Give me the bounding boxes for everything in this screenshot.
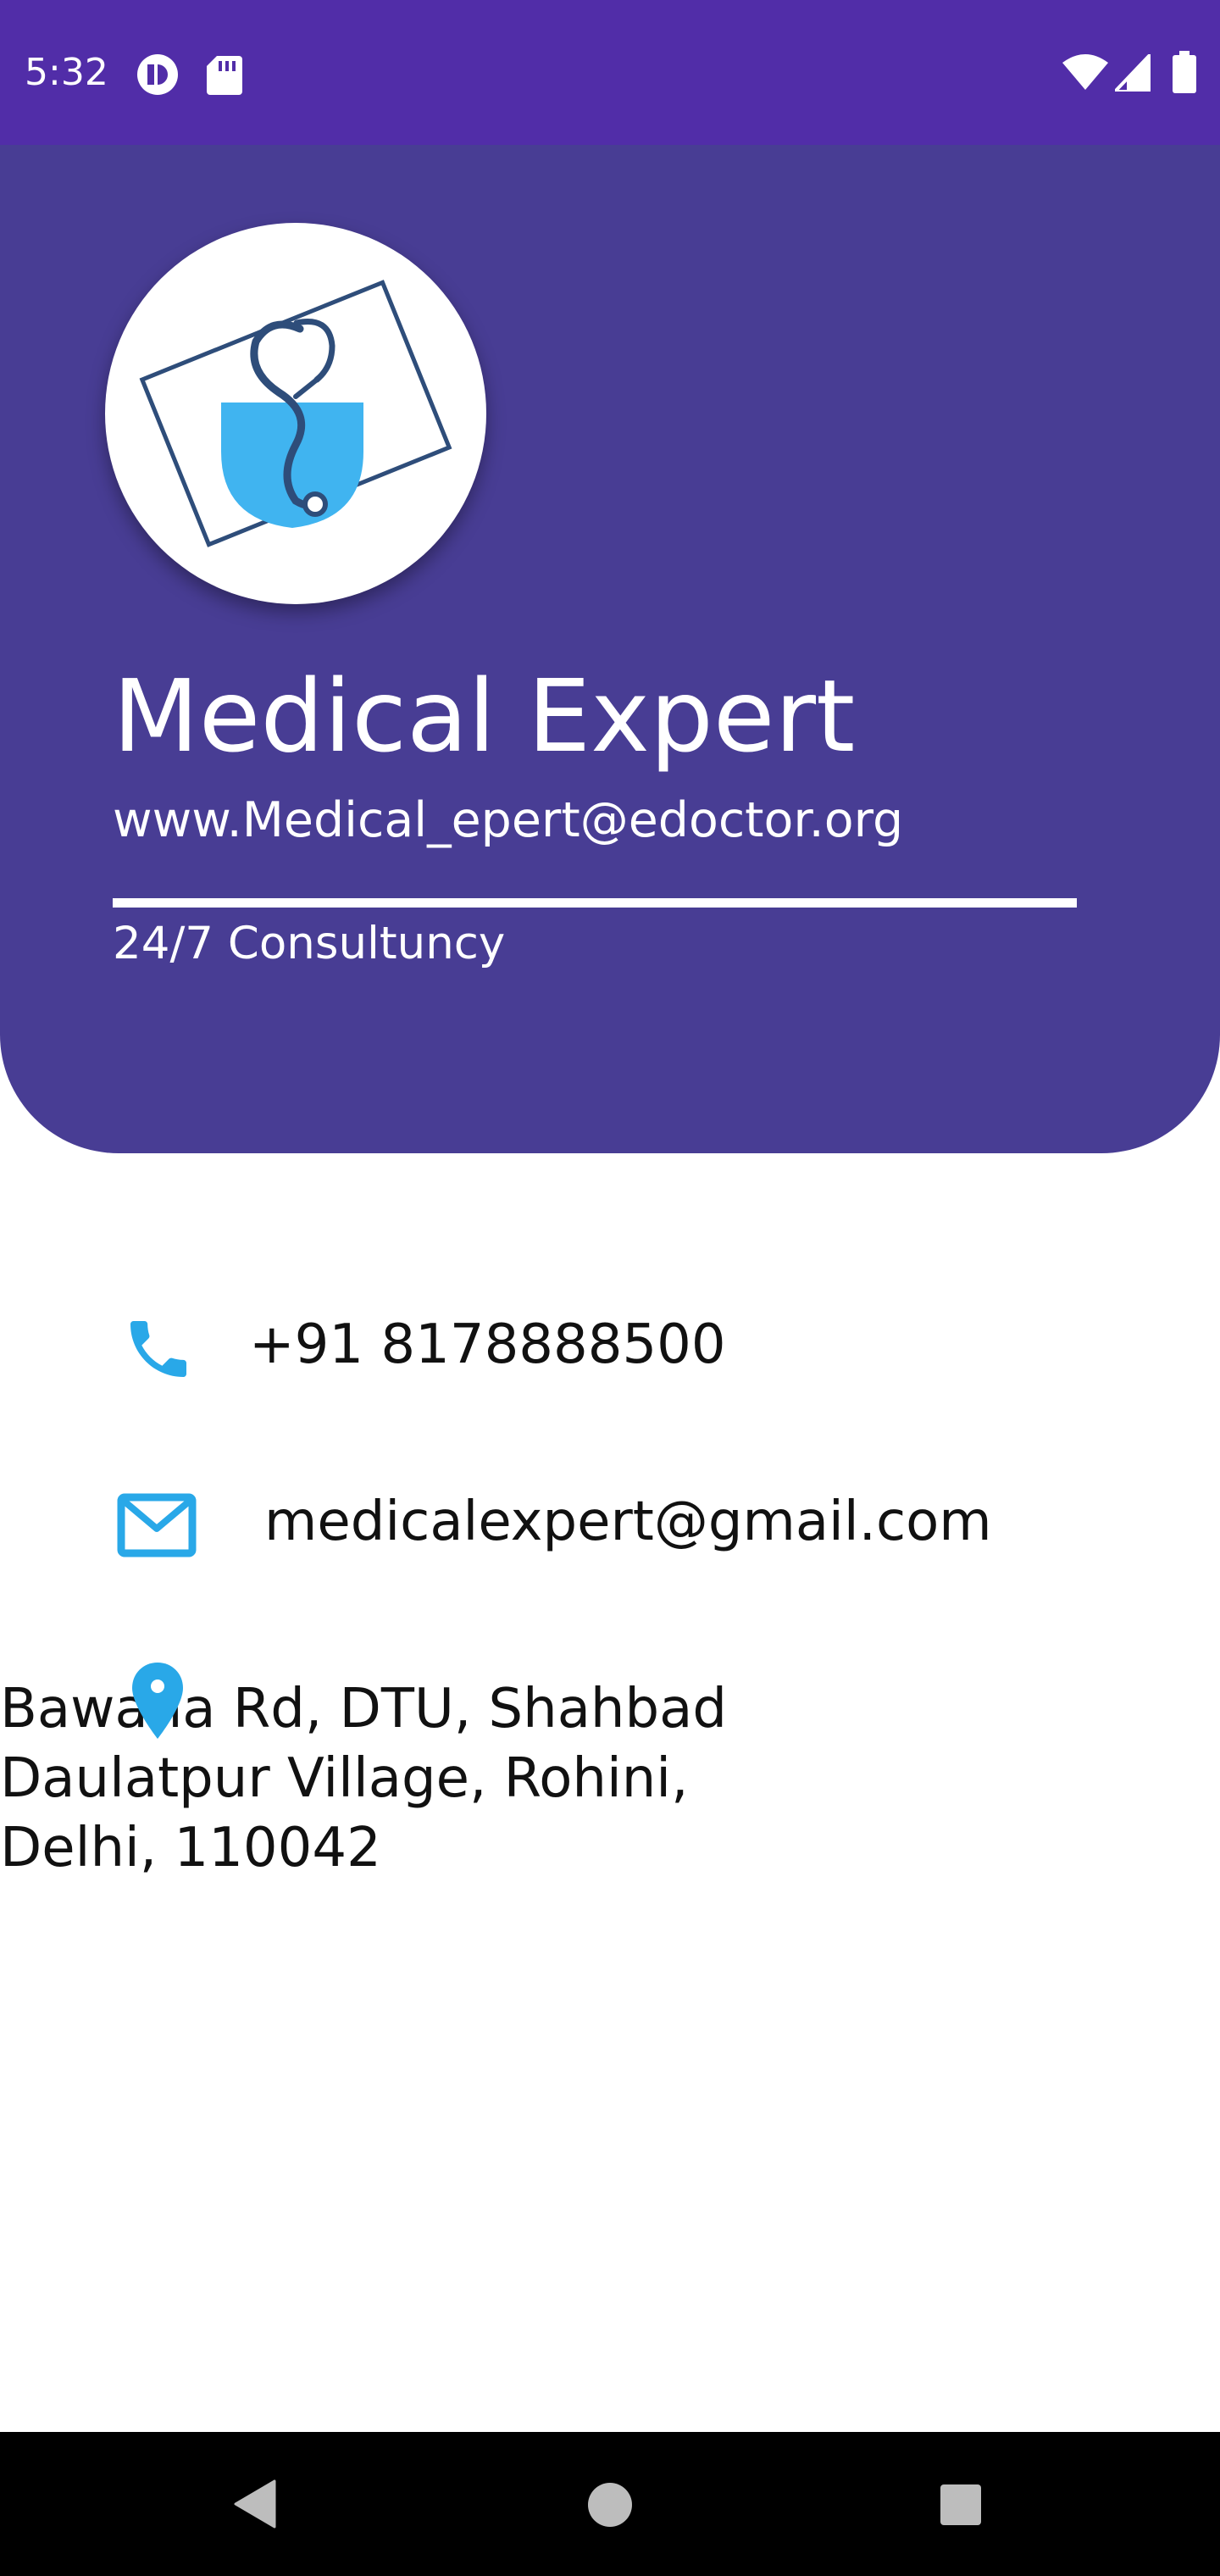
address-text: Bawana Rd, DTU, Shahbad Daulatpur Villag… bbox=[0, 1674, 727, 1883]
logo-avatar bbox=[105, 223, 486, 604]
sd-card-icon bbox=[207, 56, 242, 95]
phone-icon bbox=[130, 1321, 186, 1377]
recents-icon[interactable] bbox=[939, 2483, 983, 2527]
status-time: 5:32 bbox=[25, 51, 108, 94]
address-line: Delhi, 110042 bbox=[0, 1817, 381, 1879]
brand-website: www.Medical_epert@edoctor.org bbox=[113, 792, 904, 848]
signal-icon bbox=[1115, 54, 1151, 92]
navigation-bar bbox=[0, 2432, 1220, 2576]
mail-icon bbox=[117, 1493, 197, 1557]
back-icon[interactable] bbox=[232, 2479, 276, 2529]
address-line: Daulatpur Village, Rohini, bbox=[0, 1747, 689, 1810]
address-line: Bawana Rd, DTU, Shahbad bbox=[0, 1678, 727, 1740]
email-address[interactable]: medicalexpert@gmail.com bbox=[264, 1486, 992, 1557]
location-pin-icon bbox=[132, 1663, 183, 1739]
brand-tagline: 24/7 Consultuncy bbox=[113, 918, 506, 969]
brand-title: Medical Expert bbox=[113, 658, 856, 774]
wifi-icon bbox=[1062, 54, 1108, 90]
phone-number[interactable]: +91 8178888500 bbox=[249, 1309, 726, 1380]
header-divider bbox=[113, 898, 1077, 908]
privacy-dot-icon bbox=[137, 54, 178, 95]
stethoscope-pocket-logo-icon bbox=[139, 280, 452, 547]
status-bar: 5:32 bbox=[0, 0, 1220, 145]
home-icon[interactable] bbox=[586, 2481, 634, 2529]
battery-icon bbox=[1173, 51, 1196, 93]
